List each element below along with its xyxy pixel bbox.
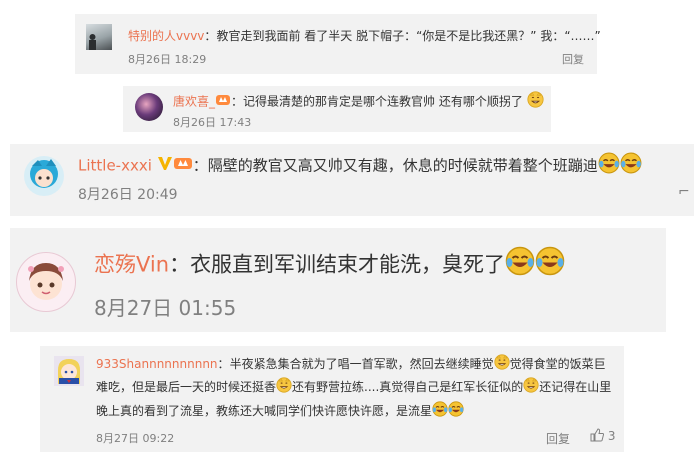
laugh-cry-emoji-icon	[598, 152, 620, 180]
grin-emoji-icon	[523, 377, 539, 398]
avatar[interactable]	[54, 356, 84, 386]
comment-card: 恋殇Vin：衣服直到军训结束才能洗，臭死了 8月27日 01:55	[10, 228, 666, 332]
comment-text: 晚上真的看到了流星，教练还大喊同学们快许愿快许愿，是流星	[96, 404, 433, 418]
avatar-character-icon	[30, 159, 58, 188]
reply-button[interactable]: 回复	[546, 430, 570, 447]
comment-text: 半夜紧急集合就为了唱一首军歌，然回去继续睡觉	[229, 357, 494, 371]
fan-badge-icon	[173, 155, 193, 177]
comment-text-line: 唐欢喜_ ：记得最清楚的那肯定是哪个连教官帅 还有哪个顺拐了	[173, 91, 544, 113]
avatar[interactable]	[16, 252, 76, 312]
timestamp: 8月27日 01:55	[94, 296, 237, 320]
like-button[interactable]: 3	[590, 428, 615, 445]
timestamp: 8月26日 18:29	[128, 53, 207, 66]
avatar[interactable]	[24, 156, 64, 196]
thumbs-up-icon	[590, 428, 605, 445]
comment-card: Little-xxxi ：隔壁的教官又高又帅又有趣，休息的时候就带着整个班蹦迪 …	[10, 144, 694, 216]
comment-text: 还记得在山里	[539, 380, 612, 394]
avatar[interactable]	[135, 93, 163, 121]
comment-text-line: 晚上真的看到了流星，教练还大喊同学们快许愿快许愿，是流星	[96, 401, 464, 422]
comment-card: 唐欢喜_ ：记得最清楚的那肯定是哪个连教官帅 还有哪个顺拐了 8月26日 17:4…	[123, 86, 551, 132]
timestamp: 8月27日 09:22	[96, 432, 175, 445]
comment-text-line: 933Shannnnnnnnnn：半夜紧急集合就为了唱一首军歌，然回去继续睡觉 觉…	[96, 354, 606, 375]
sob-emoji-icon	[432, 401, 448, 422]
grin-emoji-icon	[494, 354, 510, 375]
username-link[interactable]: 933Shannnnnnnnnn	[96, 357, 218, 371]
laugh-cry-emoji-icon	[620, 152, 642, 180]
comment-text-line: Little-xxxi ：隔壁的教官又高又帅又有趣，休息的时候就带着整个班蹦迪	[78, 152, 642, 180]
like-count: 3	[607, 429, 616, 443]
fan-badge-icon	[215, 93, 231, 112]
comment-text: 还有野营拉练....真觉得自己是红军长征似的	[292, 380, 524, 394]
comment-text-line: 恋殇Vin：衣服直到军训结束才能洗，臭死了	[94, 246, 565, 285]
avatar-figure-icon	[89, 34, 96, 50]
comment-text: 觉得食堂的饭菜巨	[509, 357, 606, 371]
laugh-cry-emoji-icon	[505, 246, 535, 285]
reply-button[interactable]: 回复	[562, 51, 584, 67]
comment-text: 衣服直到军训结束才能洗，臭死了	[190, 252, 506, 277]
separator: ：	[169, 252, 191, 277]
grin-emoji-icon	[527, 91, 544, 113]
comment-card: 特别的人vvvv：教官走到我面前 看了半天 脱下帽子：“你是不是比我还黑？” 我…	[75, 14, 601, 74]
avatar-girl-icon	[28, 263, 64, 300]
comment-text: 隔壁的教官又高又帅又有趣，休息的时候就带着整个班蹦迪	[207, 156, 598, 175]
laugh-cry-emoji-icon	[535, 246, 565, 285]
username-link[interactable]: Little-xxxi	[78, 157, 152, 175]
username-link[interactable]: 唐欢喜_	[173, 95, 215, 109]
timestamp: 8月26日 17:43	[173, 116, 252, 129]
username-link[interactable]: 特别的人vvvv	[128, 29, 204, 43]
comment-text: 难吃，但是最后一天的时候还挺香	[96, 380, 277, 394]
vip-badge-icon	[157, 155, 173, 177]
separator: ：	[231, 94, 244, 109]
comment-card: 933Shannnnnnnnnn：半夜紧急集合就为了唱一首军歌，然回去继续睡觉 觉…	[40, 346, 624, 452]
grin-emoji-icon	[276, 377, 292, 398]
sob-emoji-icon	[448, 401, 464, 422]
avatar-anime-icon	[58, 359, 80, 384]
timestamp: 8月26日 20:49	[78, 187, 178, 203]
comment-text: 教官走到我面前 看了半天 脱下帽子：“你是不是比我还黑？” 我：“……”	[216, 29, 601, 43]
separator: ：	[217, 357, 230, 371]
separator: ：	[192, 156, 208, 175]
separator: ：	[204, 29, 217, 43]
comment-text-line: 难吃，但是最后一天的时候还挺香 还有野营拉练....真觉得自己是红军长征似的 还记得…	[96, 377, 611, 398]
avatar[interactable]	[86, 24, 112, 50]
comment-text: 记得最清楚的那肯定是哪个连教官帅 还有哪个顺拐了	[243, 94, 523, 109]
comment-text-line: 特别的人vvvv：教官走到我面前 看了半天 脱下帽子：“你是不是比我还黑？” 我…	[128, 27, 601, 44]
action-icon[interactable]: ⌐	[678, 184, 690, 200]
username-link[interactable]: 恋殇Vin	[94, 253, 169, 277]
